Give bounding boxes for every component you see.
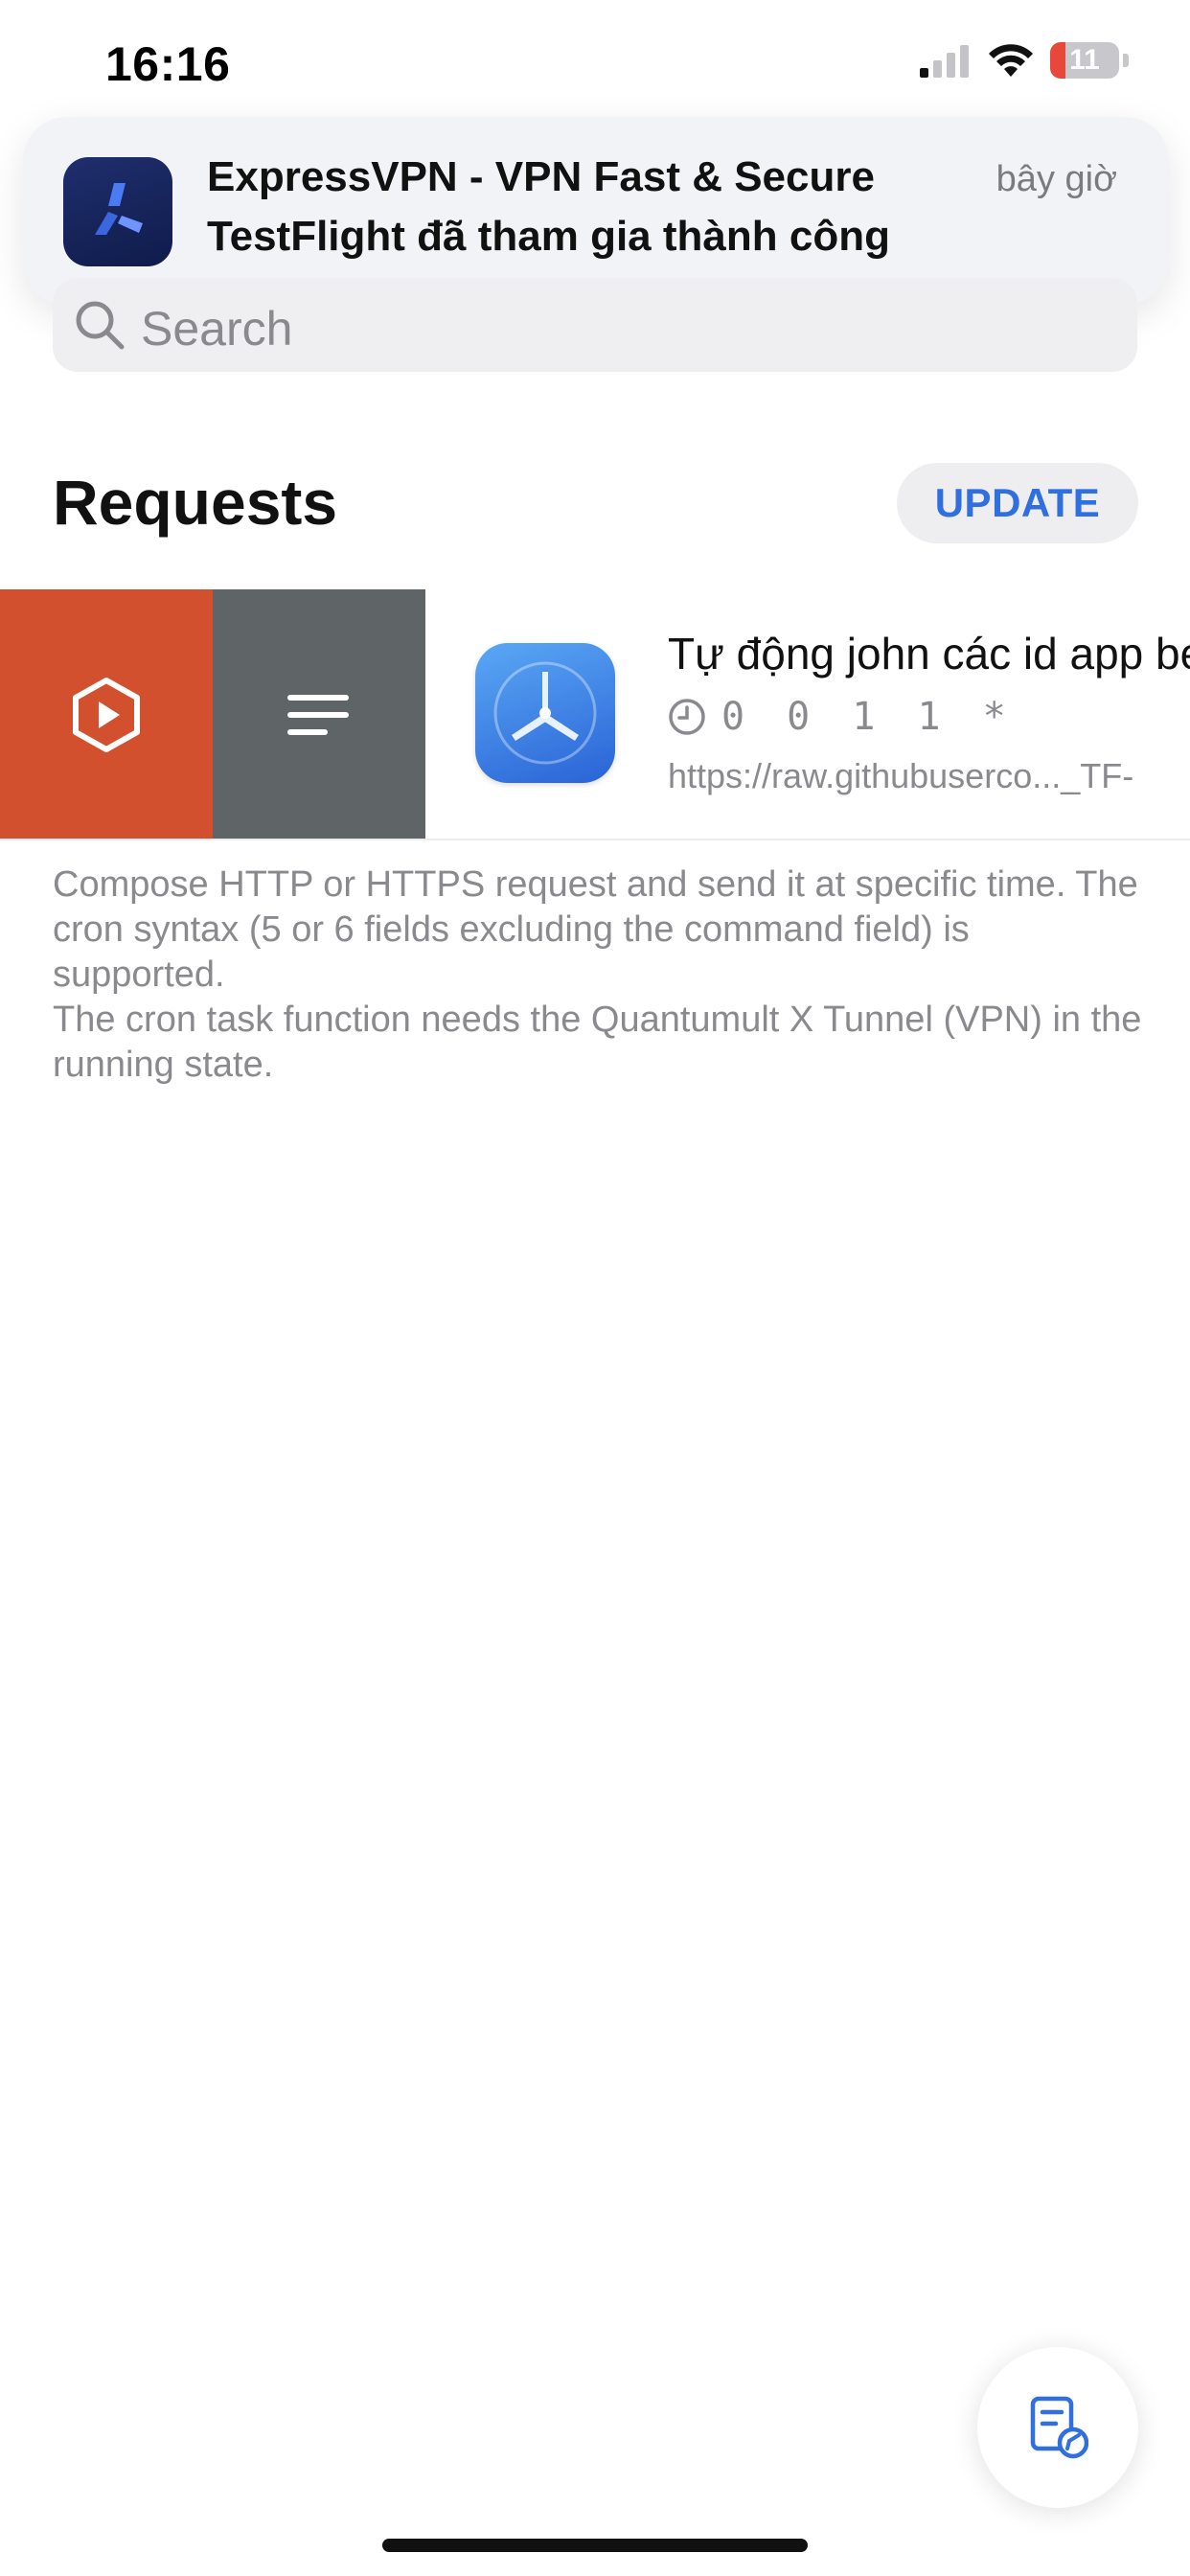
expressvpn-icon <box>63 157 172 266</box>
update-button[interactable]: UPDATE <box>897 463 1138 543</box>
play-icon <box>73 678 140 752</box>
cellular-signal-icon <box>920 45 969 78</box>
request-url: https://raw.githubuserco..._TF- <box>668 756 1134 795</box>
battery-icon: 11 <box>1050 42 1119 79</box>
clock-icon <box>669 699 705 735</box>
search-input[interactable]: Search <box>53 278 1137 372</box>
status-time: 16:16 <box>105 37 231 91</box>
testflight-icon <box>475 643 615 783</box>
notification-title: ExpressVPN - VPN Fast & Secure <box>207 153 875 200</box>
request-title: Tự động john các id app be <box>668 629 1190 678</box>
search-placeholder: Search <box>141 302 293 356</box>
request-cron: 0 0 1 1 * <box>668 695 1016 739</box>
row-divider <box>0 839 1190 840</box>
edit-action-button[interactable] <box>213 589 425 840</box>
notification-time: bây giờ <box>995 159 1117 199</box>
compose-button[interactable] <box>977 2347 1138 2508</box>
search-icon <box>76 301 125 350</box>
request-row[interactable]: Tự động john các id app be 0 0 1 1 * htt… <box>0 589 1190 840</box>
run-action-button[interactable] <box>0 589 213 840</box>
notification-body: TestFlight đã tham gia thành công <box>207 213 890 260</box>
footer-line: The cron task function needs the Quantum… <box>53 1000 1142 1085</box>
wifi-icon <box>989 44 1033 77</box>
status-icons: 11 <box>918 42 1129 79</box>
home-indicator <box>382 2539 808 2552</box>
battery-level: 11 <box>1069 44 1100 76</box>
page-title: Requests <box>53 467 338 538</box>
section-footer: Compose HTTP or HTTPS request and send i… <box>53 862 1145 1088</box>
menu-lines-icon <box>287 695 349 735</box>
footer-line: Compose HTTP or HTTPS request and send i… <box>53 864 1138 995</box>
compose-document-icon <box>1030 2396 1088 2459</box>
notification-banner[interactable]: ExpressVPN - VPN Fast & Secure TestFligh… <box>23 117 1169 305</box>
cron-expression: 0 0 1 1 * <box>721 695 1016 739</box>
